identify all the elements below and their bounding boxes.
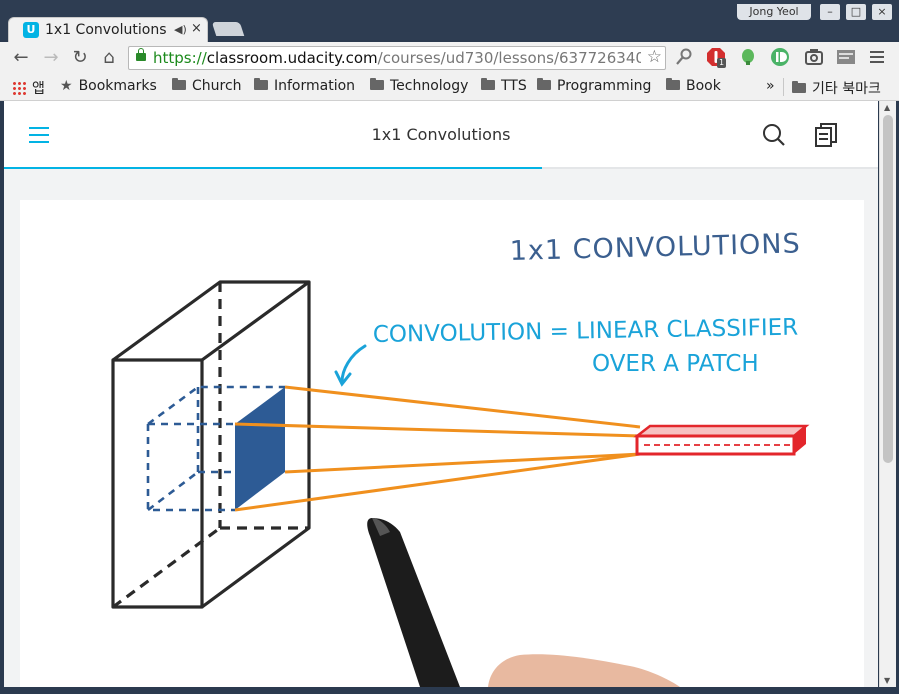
- folder-icon: [172, 78, 186, 90]
- bookmark-star-icon[interactable]: ☆: [647, 47, 662, 67]
- bookmark-folder-church[interactable]: Church: [172, 78, 242, 94]
- reload-icon[interactable]: ↻: [69, 47, 91, 68]
- pushbullet-extension-icon[interactable]: [770, 47, 790, 67]
- bookmark-folder-technology[interactable]: Technology: [370, 78, 468, 94]
- forward-arrow-icon[interactable]: →: [40, 47, 62, 68]
- folder-icon: [254, 78, 268, 90]
- bookmarks-divider: [783, 78, 784, 96]
- window-minimize-button[interactable]: –: [820, 4, 840, 20]
- video-heading: 1x1 CONVOLUTIONS: [509, 228, 801, 267]
- output-cell: [633, 424, 810, 456]
- dictionary-extension-icon[interactable]: [836, 47, 856, 67]
- folder-icon: [792, 81, 806, 93]
- video-annotation-line1: CONVOLUTION = LINEAR CLASSIFIER: [373, 315, 799, 348]
- lesson-video[interactable]: 1x1 CONVOLUTIONS CONVOLUTION = LINEAR CL…: [20, 200, 864, 687]
- classroom-header: 1x1 Convolutions: [4, 101, 878, 169]
- url-text[interactable]: https://classroom.udacity.com/courses/ud…: [153, 49, 641, 67]
- whiteboard-drawing: 1x1 CONVOLUTIONS CONVOLUTION = LINEAR CL…: [111, 228, 810, 687]
- audio-playing-icon[interactable]: ◀): [174, 23, 187, 36]
- back-arrow-icon[interactable]: ←: [10, 47, 32, 68]
- apps-grid-icon: [12, 81, 26, 95]
- window-close-button[interactable]: ×: [872, 4, 892, 20]
- star-icon: ★: [60, 78, 73, 94]
- bookmark-folder-tts[interactable]: TTS: [481, 78, 527, 94]
- scrollbar-thumb[interactable]: [883, 115, 893, 463]
- annotation-arrow: [340, 344, 367, 384]
- bookmarks-overflow-chevron[interactable]: »: [766, 78, 775, 94]
- bookmark-folder-other[interactable]: 기타 북마크: [792, 78, 881, 98]
- lesson-progress-bar: [4, 167, 878, 169]
- lesson-progress-fill: [4, 167, 542, 169]
- key-extension-icon[interactable]: [674, 47, 694, 67]
- browser-toolbar: ← → ↻ ⌂ https://classroom.udacity.com/co…: [0, 42, 899, 74]
- folder-icon: [537, 78, 551, 90]
- new-tab-button[interactable]: [211, 22, 245, 36]
- scroll-down-arrow-icon[interactable]: ▼: [884, 676, 890, 685]
- profile-button[interactable]: Jong Yeol: [737, 4, 811, 20]
- bookmark-bookmarks[interactable]: ★ Bookmarks: [60, 78, 157, 94]
- page-viewport: 1x1 Convolutions 1x1 CONVOLUTIONS CONVOL…: [4, 101, 878, 687]
- projection-lines: [234, 385, 641, 512]
- window-maximize-button[interactable]: □: [846, 4, 866, 20]
- page-scrollbar[interactable]: ▲ ▼: [879, 101, 896, 687]
- screenshot-extension-icon[interactable]: [804, 47, 824, 67]
- folder-icon: [666, 78, 680, 90]
- browser-menu-icon[interactable]: [870, 51, 884, 66]
- secure-lock-icon: [136, 48, 146, 61]
- extension-badge-count: 1: [717, 58, 727, 68]
- browser-tab-active[interactable]: U 1x1 Convolutions ◀) ×: [8, 17, 208, 42]
- notes-icon[interactable]: [814, 122, 838, 148]
- browser-titlebar: Jong Yeol – □ × U 1x1 Convolutions ◀) ×: [0, 0, 899, 42]
- folder-icon: [481, 78, 495, 90]
- page-title: 1x1 Convolutions: [371, 125, 511, 144]
- folder-icon: [370, 78, 384, 90]
- scroll-up-arrow-icon[interactable]: ▲: [884, 103, 890, 112]
- bookmark-folder-programming[interactable]: Programming: [537, 78, 651, 94]
- evernote-extension-icon[interactable]: [738, 47, 758, 67]
- tab-close-icon[interactable]: ×: [191, 21, 202, 36]
- tab-title: 1x1 Convolutions: [45, 22, 167, 38]
- address-bar[interactable]: https://classroom.udacity.com/courses/ud…: [128, 46, 666, 70]
- bookmark-folder-information[interactable]: Information: [254, 78, 355, 94]
- drawing-pen: [367, 518, 460, 687]
- adblock-extension-icon[interactable]: 1: [706, 47, 727, 68]
- udacity-favicon: U: [23, 22, 39, 38]
- bookmark-apps[interactable]: 앱: [12, 78, 45, 98]
- video-annotation-line2: OVER A PATCH: [592, 351, 759, 377]
- patch-fill: [235, 387, 285, 510]
- bookmarks-bar: 앱 ★ Bookmarks Church Information Technolo…: [0, 74, 899, 101]
- bookmark-folder-book[interactable]: Book: [666, 78, 721, 94]
- search-icon[interactable]: [762, 123, 786, 147]
- home-icon[interactable]: ⌂: [98, 47, 120, 68]
- drawing-hand: [488, 654, 680, 687]
